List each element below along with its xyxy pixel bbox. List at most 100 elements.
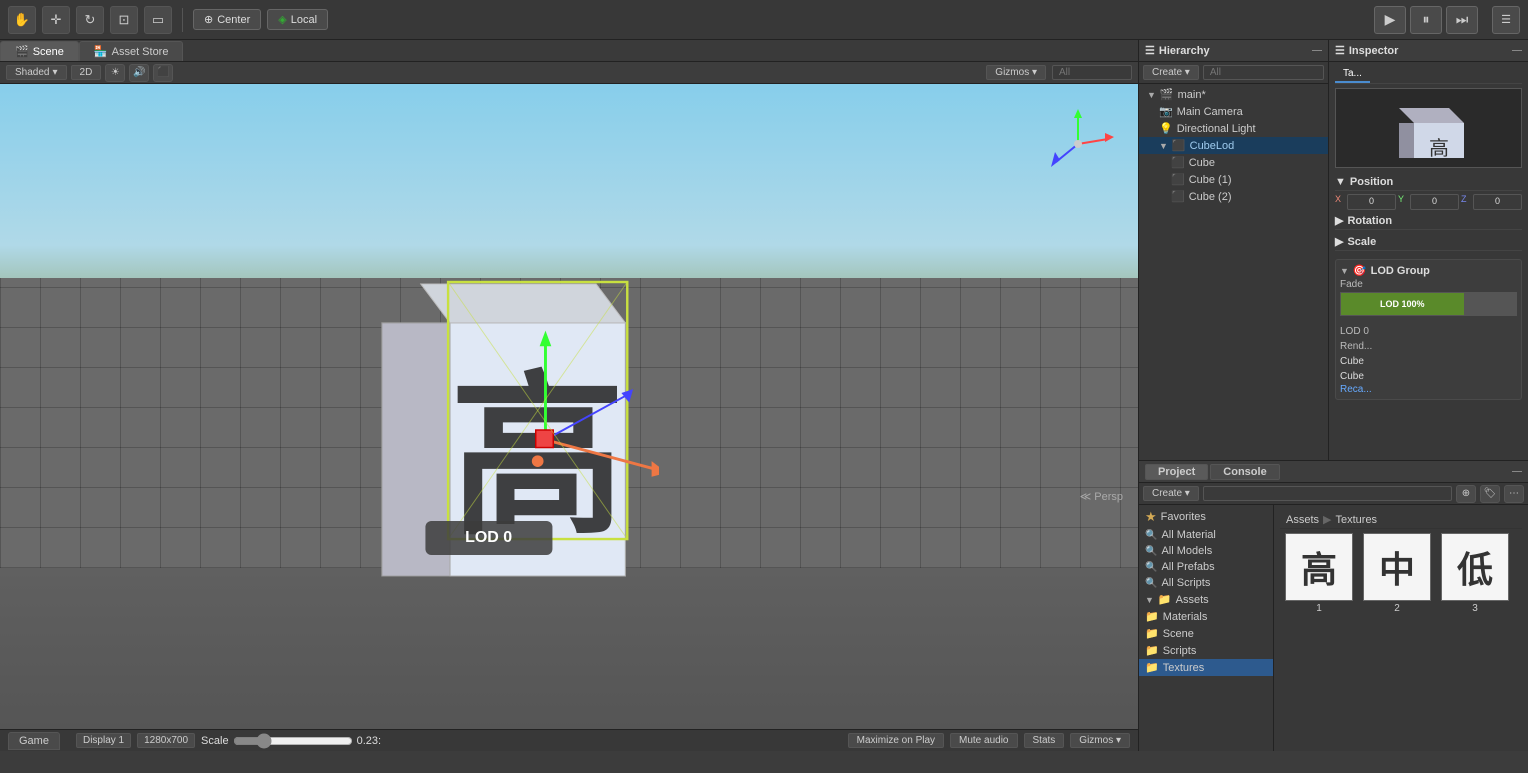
inspector-tab-transform[interactable]: Ta... [1335, 66, 1370, 83]
scene-viewport[interactable]: Jolo 高 [0, 84, 1138, 729]
rect-tool-button[interactable]: ▭ [144, 6, 172, 34]
tree-item-cube2[interactable]: ⬛ Cube (2) [1139, 188, 1328, 205]
shading-dropdown[interactable]: Shaded ▾ [6, 65, 67, 80]
play-button[interactable]: ▶ [1374, 6, 1406, 34]
rotation-label: Rotation [1347, 215, 1392, 227]
all-prefabs-item[interactable]: 🔍 All Prefabs [1139, 559, 1273, 575]
local-button[interactable]: ◈ Local [267, 9, 328, 30]
project-search-input[interactable] [1203, 486, 1452, 501]
all-scripts-item[interactable]: 🔍 All Scripts [1139, 575, 1273, 591]
all-prefabs-label: All Prefabs [1161, 561, 1214, 573]
textures-item[interactable]: 📁 Textures [1139, 659, 1273, 676]
tree-item-light[interactable]: 💡 Directional Light [1139, 120, 1328, 137]
tree-item-main[interactable]: ▼ 🎬 main* [1139, 86, 1328, 103]
pause-button[interactable]: ⏸ [1410, 6, 1442, 34]
scene-audio-button[interactable]: 🔊 [129, 64, 149, 82]
texture-item-2[interactable]: 中 2 [1362, 533, 1432, 614]
texture-item-1[interactable]: 高 1 [1284, 533, 1354, 614]
scene-tab-bar: 🎬 Scene 🏪 Asset Store [0, 40, 1138, 62]
all-models-label: All Models [1161, 545, 1212, 557]
scale-tool-button[interactable]: ⊡ [110, 6, 138, 34]
assets-label: Assets [1176, 594, 1209, 606]
texture-thumb-3: 低 [1441, 533, 1509, 601]
texture-name-3: 3 [1472, 603, 1478, 614]
maximize-on-play-button[interactable]: Maximize on Play [848, 733, 944, 748]
gizmos-button[interactable]: Gizmos ▾ [986, 65, 1046, 80]
project-minimize[interactable]: — [1512, 466, 1522, 477]
project-create-dropdown[interactable]: Create ▾ [1143, 486, 1199, 501]
rotate-tool-button[interactable]: ↻ [76, 6, 104, 34]
project-more-button[interactable]: ⋯ [1504, 485, 1524, 503]
breadcrumb: Assets ▶ Textures [1280, 511, 1522, 529]
tree-item-cube[interactable]: ⬛ Cube [1139, 154, 1328, 171]
center-button[interactable]: ⊕ Center [193, 9, 261, 30]
project-filter-button[interactable]: ⊕ [1456, 485, 1476, 503]
materials-label: Materials [1163, 611, 1208, 623]
pos-z-field[interactable]: 0 [1473, 194, 1522, 210]
inspector-minimize[interactable]: — [1512, 45, 1522, 56]
project-label-button[interactable]: 🏷 [1480, 485, 1500, 503]
scene-item[interactable]: 📁 Scene [1139, 625, 1273, 642]
hierarchy-search-input[interactable] [1203, 65, 1324, 80]
scene-fx-button[interactable]: ⬛ [153, 64, 173, 82]
2d-label: 2D [80, 67, 93, 78]
texture-name-2: 2 [1394, 603, 1400, 614]
tree-item-camera[interactable]: 📷 Main Camera [1139, 103, 1328, 120]
scene-light-button[interactable]: ☀ [105, 64, 125, 82]
hierarchy-minimize[interactable]: — [1312, 45, 1322, 56]
mute-audio-button[interactable]: Mute audio [950, 733, 1017, 748]
lod-group-header: ▼ 🎯 LOD Group [1340, 264, 1517, 277]
all-material-item[interactable]: 🔍 All Material [1139, 527, 1273, 543]
hierarchy-create-dropdown[interactable]: Create ▾ [1143, 65, 1199, 80]
texture-grid: 高 1 中 2 低 3 [1280, 529, 1522, 618]
pos-y-field[interactable]: 0 [1410, 194, 1459, 210]
top-right-menu-button[interactable]: ☰ [1492, 6, 1520, 34]
project-tree: ★ Favorites 🔍 All Material 🔍 All Models … [1139, 505, 1274, 751]
scale-expand-icon: ▶ [1335, 235, 1343, 248]
game-settings: Display 1 1280x700 Scale 0.23: [76, 733, 381, 749]
step-button[interactable]: ⏭ [1446, 6, 1478, 34]
scripts-item[interactable]: 📁 Scripts [1139, 642, 1273, 659]
texture-thumb-1: 高 [1285, 533, 1353, 601]
scene-icon: 🎬 [15, 45, 29, 58]
search-icon-scripts: 🔍 [1145, 578, 1157, 589]
game-gizmos-button[interactable]: Gizmos ▾ [1070, 733, 1130, 748]
2d-button[interactable]: 2D [71, 65, 102, 80]
materials-item[interactable]: 📁 Materials [1139, 608, 1273, 625]
tab-game[interactable]: Game [8, 732, 60, 750]
tab-scene[interactable]: 🎬 Scene [0, 41, 79, 61]
materials-folder-icon: 📁 [1145, 610, 1159, 623]
recalculate-button[interactable]: Reca... [1340, 384, 1517, 395]
tree-item-cubelod[interactable]: ▼ ⬛ CubeLod [1139, 137, 1328, 154]
lod-preview-box: 高 [1335, 88, 1522, 168]
lod-group-bar[interactable]: LOD 100% [1340, 292, 1517, 316]
scale-slider[interactable] [233, 733, 353, 749]
all-models-item[interactable]: 🔍 All Models [1139, 543, 1273, 559]
assets-header[interactable]: ▼ 📁 Assets [1139, 591, 1273, 608]
local-icon: ◈ [278, 13, 286, 26]
project-body: ★ Favorites 🔍 All Material 🔍 All Models … [1139, 505, 1528, 751]
center-label: Center [217, 14, 250, 26]
breadcrumb-textures: Textures [1335, 514, 1377, 526]
tab-project[interactable]: Project [1145, 464, 1208, 480]
tab-asset-store[interactable]: 🏪 Asset Store [79, 41, 184, 61]
tab-console[interactable]: Console [1210, 464, 1279, 480]
pos-x-field[interactable]: 0 [1347, 194, 1396, 210]
move-tool-button[interactable]: ✛ [42, 6, 70, 34]
texture-name-1: 1 [1316, 603, 1322, 614]
tree-item-cube1[interactable]: ⬛ Cube (1) [1139, 171, 1328, 188]
tree-label-main: main* [1178, 89, 1206, 101]
hand-tool-button[interactable]: ✋ [8, 6, 36, 34]
transform-header: ▼ Position [1335, 174, 1522, 191]
lod-badge: LOD 0 [425, 521, 552, 555]
resolution-dropdown[interactable]: 1280x700 [137, 733, 195, 748]
favorites-header[interactable]: ★ Favorites [1139, 507, 1273, 527]
display-dropdown[interactable]: Display 1 [76, 733, 131, 748]
lod-group-icon: 🎯 [1353, 264, 1367, 277]
camera-icon: 📷 [1159, 105, 1173, 118]
stats-button[interactable]: Stats [1024, 733, 1065, 748]
texture-item-3[interactable]: 低 3 [1440, 533, 1510, 614]
hierarchy-title: Hierarchy [1159, 45, 1210, 57]
scene-search-input[interactable] [1052, 65, 1132, 80]
rotation-header: ▶ Rotation [1335, 212, 1522, 230]
